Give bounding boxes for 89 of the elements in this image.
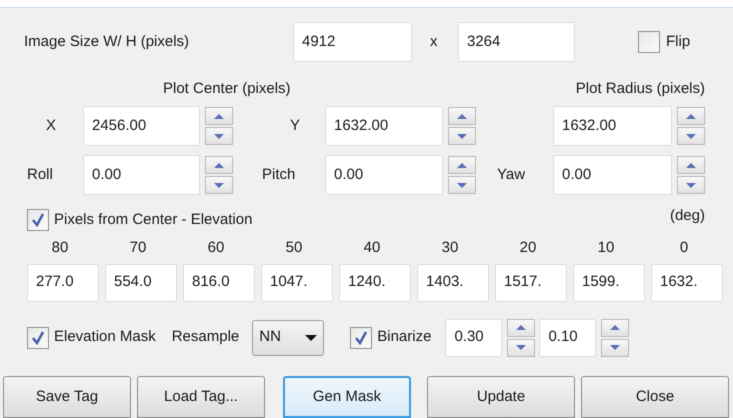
dialog-button[interactable]: Update [427,376,575,418]
field-label: Y [290,116,302,136]
text-field[interactable]: 1632.00 [553,106,672,146]
checkmark-icon [354,330,368,344]
spin-up-button[interactable] [601,318,630,336]
text-field[interactable]: 1599. [573,264,645,302]
spin-up-button[interactable] [205,107,233,125]
text-field[interactable]: 4912 [293,22,412,62]
spin-down-button[interactable] [205,127,233,145]
down-arrow-icon [686,182,696,188]
spin-down-button[interactable] [677,127,705,145]
checkbox-label: Elevation Mask [54,327,156,348]
up-arrow-icon [686,162,696,168]
angle-label: 10 [598,238,614,258]
field-label: X [46,116,58,136]
section-label: Plot Center (pixels) [163,78,291,99]
text-field[interactable]: 1632. [651,264,723,302]
angle-label: 20 [520,238,536,258]
text-field[interactable]: 0.30 [445,318,502,356]
text-field[interactable]: 0.10 [539,318,596,356]
field-label: Yaw [497,164,526,185]
text-field[interactable]: 1517. [495,264,567,302]
field-label: Image Size W/ H (pixels) [24,32,190,52]
checkmark-icon [31,330,45,344]
dialog-button[interactable]: Close [581,376,729,418]
up-arrow-icon [686,114,696,118]
checkbox-label: Pixels from Center - Elevation [54,210,252,230]
section-label: Plot Radius (pixels) [576,78,705,99]
up-arrow-icon [516,325,526,330]
text-field[interactable]: 2456.00 [83,106,200,146]
up-arrow-icon [457,162,467,168]
checkbox[interactable] [27,326,49,348]
spin-down-button[interactable] [507,338,536,356]
unit-label: (deg) [670,206,705,226]
down-arrow-icon [214,134,224,138]
up-arrow-icon [214,162,224,168]
spin-up-button[interactable] [677,107,705,125]
dialog-button[interactable]: Load Tag... [137,376,265,418]
angle-label: 50 [286,238,302,258]
text-field[interactable]: 0.00 [325,155,443,195]
resample-dropdown[interactable]: NN [252,320,324,356]
text-field[interactable]: 1403. [417,264,489,302]
text-field[interactable]: 1240. [339,264,411,302]
text-field[interactable]: 3264 [458,22,575,62]
spin-up-button[interactable] [507,318,536,336]
spin-down-button[interactable] [677,176,705,194]
checkbox[interactable] [638,31,660,53]
spin-down-button[interactable] [601,338,630,356]
spin-down-button[interactable] [448,176,476,194]
checkbox[interactable] [350,326,372,348]
down-arrow-icon [214,182,224,188]
text-field[interactable]: 1047. [261,264,333,302]
up-arrow-icon [610,325,620,330]
field-label: Pitch [262,164,296,185]
down-arrow-icon [610,345,620,350]
down-arrow-icon [457,182,467,188]
angle-label: 0 [680,238,688,258]
text-field[interactable]: 554.0 [105,264,177,302]
checkbox-label: Binarize [377,327,432,348]
angle-label: 80 [52,238,68,258]
up-arrow-icon [457,114,467,118]
down-arrow-icon [457,134,467,138]
checkmark-icon [31,213,45,227]
field-label: Resample [172,327,240,348]
down-arrow-icon [686,134,696,138]
caret-icon [305,334,318,340]
text-field[interactable]: 0.00 [83,155,200,195]
spin-down-button[interactable] [205,176,233,194]
angle-label: 30 [442,238,458,258]
checkbox-label: Flip [666,32,690,52]
field-label: x [430,32,438,52]
angle-label: 70 [130,238,146,258]
spin-up-button[interactable] [448,156,476,174]
down-arrow-icon [516,345,526,350]
text-field[interactable]: 0.00 [553,155,672,195]
angle-label: 40 [364,238,380,258]
text-field[interactable]: 277.0 [27,264,99,302]
up-arrow-icon [214,114,224,118]
text-field[interactable]: 816.0 [183,264,255,302]
field-label: Roll [27,164,54,185]
checkbox[interactable] [27,209,49,231]
dialog-button[interactable]: Gen Mask [283,376,411,418]
spin-up-button[interactable] [677,156,705,174]
spin-up-button[interactable] [205,156,233,174]
dialog-button[interactable]: Save Tag [3,376,131,418]
spin-up-button[interactable] [448,107,476,125]
spin-down-button[interactable] [448,127,476,145]
angle-label: 60 [208,238,224,258]
text-field[interactable]: 1632.00 [325,106,443,146]
